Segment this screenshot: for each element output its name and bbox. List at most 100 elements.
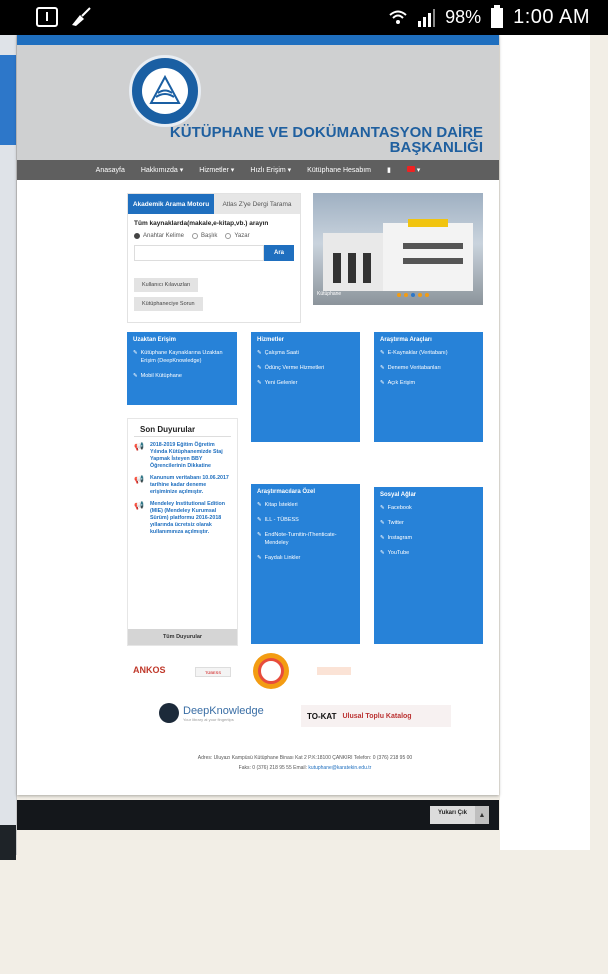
search-input[interactable] bbox=[134, 245, 264, 261]
book-icon[interactable]: ▮ bbox=[387, 166, 391, 174]
social-link-instagram[interactable]: ✎ Instagram bbox=[380, 534, 477, 542]
social-link-twitter[interactable]: ✎ Twitter bbox=[380, 519, 477, 527]
link-icon: ✎ bbox=[133, 350, 138, 356]
radio-title[interactable]: Başlık bbox=[192, 233, 217, 239]
announcements-title: Son Duyurular bbox=[134, 419, 231, 437]
link-icon: ✎ bbox=[380, 535, 385, 541]
slider-dots[interactable] bbox=[397, 293, 429, 297]
university-logo[interactable] bbox=[129, 55, 201, 127]
site-title[interactable]: KÜTÜPHANE VE DOKÜMANTASYON DAİRE BAŞKANL… bbox=[170, 125, 483, 155]
announcement-item[interactable]: 📢 Kanunum veritabanı 10.06.2017 tarihine… bbox=[128, 470, 237, 496]
tokat-logo[interactable]: TO-KAT Ulusal Toplu Katalog bbox=[301, 705, 451, 727]
radio-keyword-label: Anahtar Kelime bbox=[143, 233, 185, 239]
social-link-facebook[interactable]: ✎ Facebook bbox=[380, 504, 477, 512]
nav-services[interactable]: Hizmetler ▾ bbox=[199, 166, 234, 174]
slider-dot[interactable] bbox=[425, 293, 429, 297]
nav-quick-access[interactable]: Hızlı Erişim ▾ bbox=[250, 166, 291, 174]
tab-academic-search[interactable]: Akademik Arama Motoru bbox=[128, 194, 214, 214]
radio-author[interactable]: Yazar bbox=[225, 233, 250, 239]
announcement-item[interactable]: 📢 Mendeley Institutional Edition (MIE) (… bbox=[128, 496, 237, 536]
researcher-link[interactable]: ✎ Faydalı Linkler bbox=[257, 554, 354, 562]
researcher-link[interactable]: ✎ EndNote-Turnitin-iThenticate-Mendeley bbox=[257, 531, 354, 547]
link-label: Açık Erişim bbox=[387, 380, 416, 386]
link-icon: ✎ bbox=[380, 550, 385, 556]
announcement-text: Kanunum veritabanı 10.06.2017 tarihine k… bbox=[149, 475, 229, 495]
mobile-library-link[interactable]: ✎ Mobil Kütüphane bbox=[133, 372, 231, 380]
tokat-tagline: Ulusal Toplu Katalog bbox=[342, 712, 412, 720]
deepknowledge-logo[interactable]: DeepKnowledge Your library at your finge… bbox=[159, 703, 264, 723]
remote-access-link[interactable]: ✎ Kütüphane Kaynaklarına Uzaktan Erişim (… bbox=[133, 349, 231, 365]
slider-dot[interactable] bbox=[404, 293, 408, 297]
web-page: KÜTÜPHANE VE DOKÜMANTASYON DAİRE BAŞKANL… bbox=[17, 35, 499, 795]
link-icon: ✎ bbox=[257, 350, 262, 356]
research-tool-link[interactable]: ✎ Açık Erişim bbox=[380, 379, 477, 387]
deepknowledge-icon bbox=[159, 703, 179, 723]
link-label: E-Kaynaklar (Veritabanı) bbox=[387, 350, 448, 356]
slider-dot[interactable] bbox=[418, 293, 422, 297]
announcement-text: 2018-2019 Eğitim Öğretim Yılında Kütüpha… bbox=[149, 442, 223, 469]
library-photo-slider[interactable]: Kütüphane bbox=[313, 193, 483, 305]
tubess-logo[interactable]: TÜBESS bbox=[195, 667, 231, 677]
link-label: Ödünç Verme Hizmetleri bbox=[264, 365, 325, 371]
megaphone-icon: 📢 bbox=[134, 475, 144, 484]
deepknowledge-tagline: Your library at your fingertips bbox=[183, 716, 234, 722]
link-icon: ✎ bbox=[257, 380, 262, 386]
service-link[interactable]: ✎ Yeni Gelenler bbox=[257, 379, 354, 387]
nav-home[interactable]: Anasayfa bbox=[96, 167, 125, 174]
search-heading: Tüm kaynaklarda(makale,e-kitap,vb.) aray… bbox=[134, 220, 269, 227]
link-label: ILL - TÜBESS bbox=[264, 517, 299, 523]
open-access-logo[interactable] bbox=[253, 653, 289, 689]
tab-atoz-journals[interactable]: Atlas Z'ye Dergi Tarama bbox=[214, 194, 300, 214]
researcher-link[interactable]: ✎ ILL - TÜBESS bbox=[257, 516, 354, 524]
arrow-up-icon[interactable]: ▲ bbox=[475, 806, 489, 824]
radio-keyword[interactable]: Anahtar Kelime bbox=[134, 233, 184, 239]
window bbox=[348, 253, 356, 283]
notification-icon bbox=[36, 7, 58, 27]
link-label: Yeni Gelenler bbox=[264, 380, 298, 386]
signal-icon bbox=[418, 8, 436, 27]
research-tool-link[interactable]: ✎ Deneme Veritabanları bbox=[380, 364, 477, 372]
link-icon: ✎ bbox=[257, 532, 262, 538]
service-link[interactable]: ✎ Çalışma Saati bbox=[257, 349, 354, 357]
search-panel: Akademik Arama Motoru Atlas Z'ye Dergi T… bbox=[127, 193, 301, 323]
slider-dot[interactable] bbox=[411, 293, 415, 297]
language-flag-icon[interactable]: ▾ bbox=[406, 166, 420, 174]
announcement-item[interactable]: 📢 2018-2019 Eğitim Öğretim Yılında Kütüp… bbox=[128, 437, 237, 470]
all-announcements-button[interactable]: Tüm Duyurular bbox=[128, 629, 237, 645]
page-footer-bar: Yukarı Çık ▲ bbox=[17, 800, 499, 830]
email-link[interactable]: kutuphane@karatekin.edu.tr bbox=[308, 765, 371, 771]
partner-logos: ANKOS TÜBESS DeepKnowledge Your library … bbox=[127, 653, 483, 738]
window bbox=[363, 253, 371, 283]
slider-dot[interactable] bbox=[397, 293, 401, 297]
ankos-logo[interactable]: ANKOS bbox=[133, 665, 166, 675]
back-to-top-label[interactable]: Yukarı Çık bbox=[429, 806, 475, 824]
link-label: Kitap İstekleri bbox=[264, 502, 298, 508]
service-link[interactable]: ✎ Ödünç Verme Hizmetleri bbox=[257, 364, 354, 372]
nav-library-account[interactable]: Kütüphane Hesabım bbox=[307, 167, 371, 174]
partner-logo-red[interactable] bbox=[317, 667, 351, 675]
address-line: Adres: Uluyazı Kampüsü Kütüphane Binası … bbox=[197, 755, 413, 761]
researchers-box: Araştırmacılara Özel ✎ Kitap İstekleri ✎ I… bbox=[251, 484, 360, 644]
social-title: Sosyal Ağlar bbox=[380, 492, 417, 498]
megaphone-icon: 📢 bbox=[134, 442, 144, 451]
search-button[interactable]: Ara bbox=[264, 245, 294, 261]
back-to-top[interactable]: Yukarı Çık ▲ bbox=[429, 806, 489, 824]
research-tools-title: Araştırma Araçları bbox=[380, 337, 432, 343]
link-icon: ✎ bbox=[380, 365, 385, 371]
user-guides-button[interactable]: Kullanıcı Kılavuzları bbox=[134, 278, 199, 292]
radio-author-label: Yazar bbox=[234, 233, 250, 239]
nav-about[interactable]: Hakkımızda ▾ bbox=[141, 166, 183, 174]
top-stripe bbox=[17, 35, 499, 45]
ask-librarian-button[interactable]: Kütüphaneciye Sorun bbox=[134, 297, 203, 311]
main-nav: Anasayfa Hakkımızda ▾ Hizmetler ▾ Hızlı … bbox=[17, 160, 499, 180]
site-header: KÜTÜPHANE VE DOKÜMANTASYON DAİRE BAŞKANL… bbox=[17, 45, 499, 160]
footer-address: Adres: Uluyazı Kampüsü Kütüphane Binası … bbox=[127, 753, 483, 773]
research-tool-link[interactable]: ✎ E-Kaynaklar (Veritabanı) bbox=[380, 349, 477, 357]
social-link-youtube[interactable]: ✎ YouTube bbox=[380, 549, 477, 557]
window bbox=[403, 243, 463, 249]
logo-emblem-icon bbox=[142, 68, 188, 114]
background-app-strip bbox=[0, 35, 17, 860]
window bbox=[403, 258, 463, 264]
researcher-link[interactable]: ✎ Kitap İstekleri bbox=[257, 501, 354, 509]
tokat-name: TO-KAT bbox=[307, 711, 337, 721]
